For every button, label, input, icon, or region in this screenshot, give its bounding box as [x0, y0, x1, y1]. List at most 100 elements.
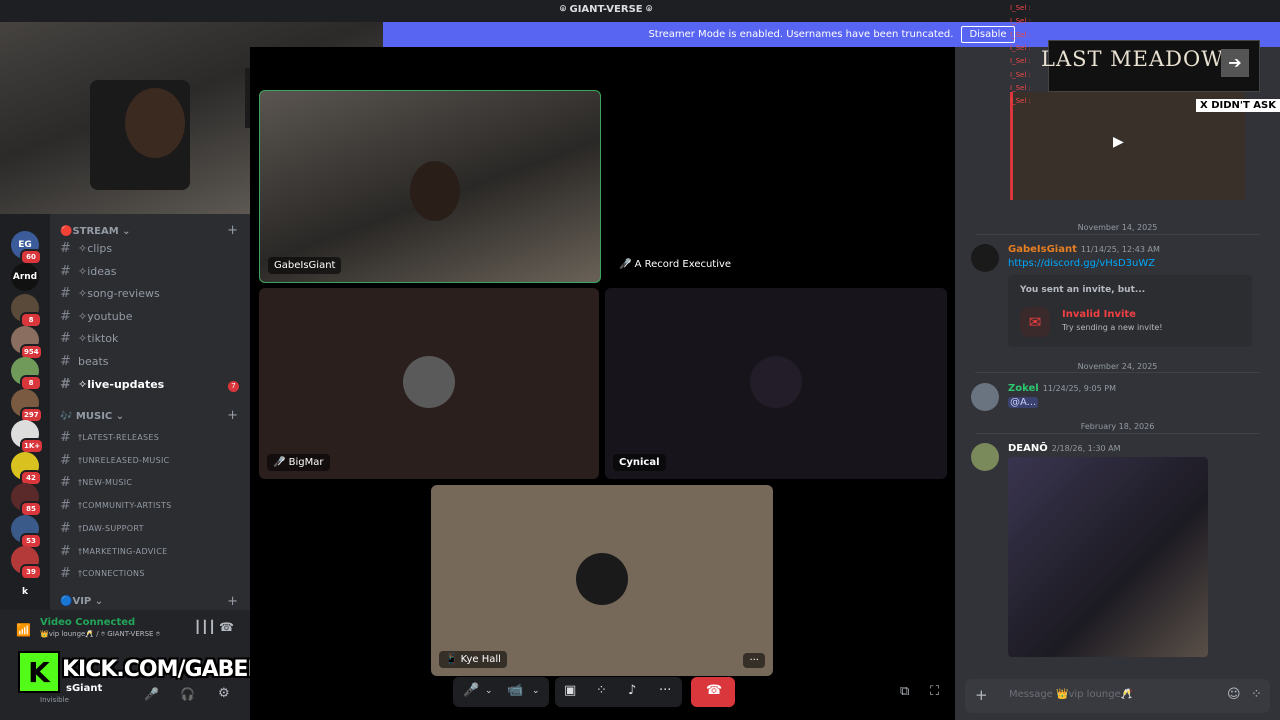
invite-link[interactable]: https://discord.gg/vHsD3uWZ: [1008, 258, 1155, 269]
timestamp: 11/24/25, 9:05 PM: [1042, 384, 1116, 393]
noise-suppression-icon[interactable]: ┃┃┃: [194, 620, 216, 634]
channel-item[interactable]: # ✧live-updates: [60, 377, 164, 392]
feed-line: I_Sel :: [1010, 17, 1031, 26]
channel-label: beats: [78, 355, 109, 368]
channel-item[interactable]: # beats: [60, 354, 109, 369]
disable-button[interactable]: Disable: [961, 26, 1015, 43]
avatar[interactable]: [971, 383, 999, 411]
kick-logo: K: [18, 651, 60, 693]
channel-item[interactable]: # ✧ideas: [60, 264, 117, 279]
channel-item[interactable]: # †COMMUNITY-ARTISTS: [60, 498, 172, 513]
chevron-down-icon[interactable]: ⌄: [532, 686, 540, 696]
voice-channel-name[interactable]: 👑vip lounge🥂 / ⌾ GIANT-VERSE ⌾: [40, 630, 160, 639]
server-icon[interactable]: Arnd: [11, 262, 39, 291]
feed-line: I_Sel :: [1010, 57, 1031, 66]
hash-icon: #: [60, 286, 71, 302]
tile-name: 🎤̸ BigMar: [267, 454, 330, 471]
channel-label: †UNRELEASED-MUSIC: [78, 455, 170, 465]
tile-name: 🎤̸ A Record Executive: [613, 256, 738, 273]
voice-status: Video Connected: [40, 617, 136, 628]
microphone-icon[interactable]: 🎤: [463, 683, 479, 698]
overlay-caption: X DIDN'T ASK: [1196, 99, 1280, 112]
invite-card: You sent an invite, but... ✉ Invalid Inv…: [1008, 275, 1252, 347]
more-icon[interactable]: ···: [659, 683, 671, 698]
timestamp: 2/18/26, 1:30 AM: [1051, 444, 1121, 453]
title-bar: ⌾ GIANT-VERSE ⌾: [0, 0, 1280, 22]
disconnect-button[interactable]: ☎: [691, 677, 735, 707]
hash-icon: #: [60, 376, 71, 392]
video-tile-gabeisgiant[interactable]: GabeIsGiant: [259, 90, 601, 283]
feed-line: I_Sel :: [1010, 4, 1031, 12]
date-label: February 18, 2026: [955, 422, 1280, 431]
channel-item[interactable]: # †MARKETING-ADVICE: [60, 544, 167, 559]
channel-item[interactable]: # †NEW-MUSIC: [60, 475, 132, 490]
chevron-down-icon[interactable]: ⌄: [485, 686, 493, 696]
camera-icon[interactable]: 📹: [507, 683, 523, 698]
server-icon[interactable]: k: [11, 577, 39, 606]
channel-item[interactable]: # ✧song-reviews: [60, 286, 160, 301]
video-tile-bigmar[interactable]: 🎤̸ BigMar: [259, 288, 599, 479]
date-divider: [975, 234, 1260, 235]
envelope-icon: ✉: [1020, 307, 1050, 337]
last-meadow-overlay: LAST MEADOW ➔: [1041, 40, 1260, 92]
hash-icon: #: [60, 520, 72, 536]
author-name[interactable]: Zokel: [1008, 383, 1039, 394]
author-name[interactable]: GabeIsGiant: [1008, 244, 1077, 255]
apps-icon[interactable]: ⁘: [1251, 687, 1262, 702]
invite-title: Invalid Invite: [1062, 309, 1136, 320]
timestamp: 11/14/25, 12:43 AM: [1080, 245, 1160, 254]
message-author[interactable]: DEANŌ 2/18/26, 1:30 AM: [1008, 443, 1121, 454]
hash-icon: #: [60, 241, 71, 256]
avatar[interactable]: [971, 244, 999, 272]
hash-icon: #: [60, 452, 72, 468]
soundboard-icon[interactable]: ♪: [628, 683, 636, 698]
date-divider: [975, 433, 1260, 434]
message-image[interactable]: [1008, 457, 1208, 657]
add-channel-icon[interactable]: +: [227, 408, 238, 423]
arrow-right-icon: ➔: [1221, 49, 1249, 77]
channel-item[interactable]: # ✧tiktok: [60, 331, 118, 346]
attach-plus-icon[interactable]: +: [975, 686, 988, 704]
user-mention[interactable]: @A...: [1008, 397, 1039, 408]
date-divider: [975, 372, 1260, 373]
message-author[interactable]: GabeIsGiant 11/14/25, 12:43 AM: [1008, 244, 1160, 255]
channel-item[interactable]: # †CONNECTIONS: [60, 566, 145, 581]
channel-item[interactable]: # †UNRELEASED-MUSIC: [60, 453, 170, 468]
channel-label: †MARKETING-ADVICE: [78, 546, 168, 556]
add-channel-icon[interactable]: +: [227, 223, 238, 238]
category-vip[interactable]: 🔵VIP ⌄: [60, 596, 103, 607]
date-text: November 14, 2025: [1071, 223, 1164, 232]
tile-name-text: Kye Hall: [460, 654, 501, 665]
activities-icon[interactable]: ⁘: [596, 683, 607, 698]
avatar[interactable]: [971, 443, 999, 471]
author-name[interactable]: DEANŌ: [1008, 443, 1048, 454]
disconnect-icon[interactable]: ☎: [219, 620, 234, 634]
channel-label: †NEW-MUSIC: [78, 478, 133, 488]
category-stream[interactable]: 🔴STREAM ⌄: [60, 226, 131, 237]
video-tile-record-executive[interactable]: 🎤̸ A Record Executive: [605, 90, 947, 281]
channel-item[interactable]: # ✧clips: [60, 241, 112, 256]
banner-text: Streamer Mode is enabled. Usernames have…: [648, 29, 954, 40]
category-music[interactable]: 🎶 MUSIC ⌄: [60, 411, 124, 422]
hash-icon: #: [60, 354, 71, 369]
message-input[interactable]: + Message 👑vip lounge🥂 ☺ ⁘: [965, 679, 1270, 713]
emoji-icon[interactable]: ☺: [1227, 687, 1241, 702]
channel-item[interactable]: # †DAW-SUPPORT: [60, 521, 144, 536]
channel-label: ✧ideas: [78, 264, 117, 278]
more-options-icon[interactable]: ···: [743, 653, 765, 668]
channel-item[interactable]: # ✧youtube: [60, 309, 132, 324]
message-author[interactable]: Zokel 11/24/25, 9:05 PM: [1008, 383, 1116, 394]
channel-item[interactable]: # †LATEST-RELEASES: [60, 430, 159, 445]
mic-camera-controls: 🎤 ⌄ 📹 ⌄: [453, 677, 549, 707]
screen-share-icon[interactable]: ▣: [564, 683, 576, 698]
video-tile-cynical[interactable]: Cynical: [605, 288, 947, 479]
add-channel-icon[interactable]: +: [227, 594, 238, 609]
hash-icon: #: [60, 566, 72, 582]
channel-label: ✧tiktok: [78, 332, 119, 346]
video-tile-kyehall[interactable]: 📱 Kye Hall ···: [431, 485, 773, 676]
channel-label: ✧live-updates: [78, 377, 165, 391]
play-icon[interactable]: ▶: [1113, 134, 1124, 150]
popout-icon[interactable]: ⧉: [900, 684, 909, 699]
feed-line: I_Sel :: [1010, 30, 1031, 39]
fullscreen-icon[interactable]: ⛶: [930, 684, 939, 699]
